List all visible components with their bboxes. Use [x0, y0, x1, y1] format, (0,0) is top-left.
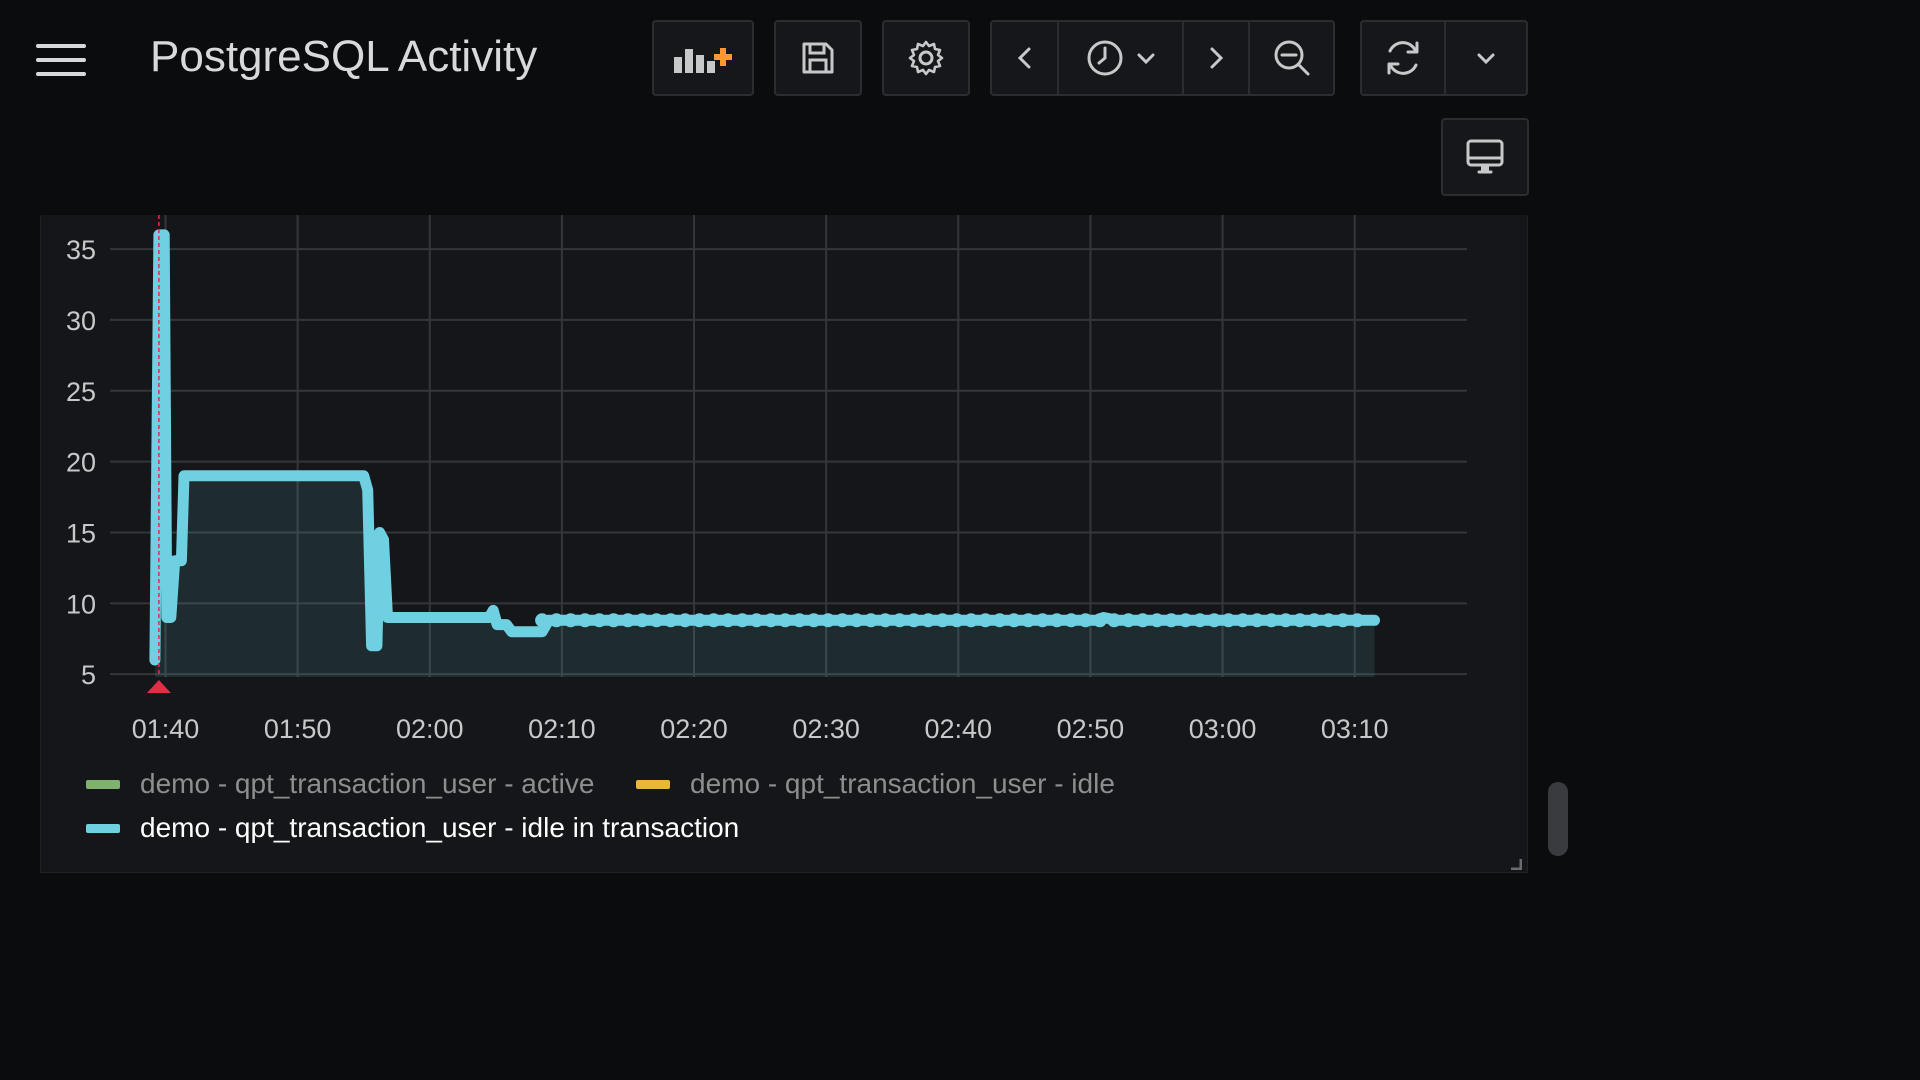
top-navbar: PostgreSQL Activity: [0, 0, 1568, 210]
clock-icon: [1087, 40, 1122, 76]
time-picker-button[interactable]: [1059, 22, 1184, 94]
refresh-interval-dropdown[interactable]: [1446, 22, 1526, 94]
legend-item-idle[interactable]: demo - qpt_transaction_user - idle: [636, 768, 1115, 800]
time-range-forward-button[interactable]: [1184, 22, 1250, 94]
time-range-back-button[interactable]: [992, 22, 1059, 94]
monitor-icon: [1466, 139, 1504, 174]
chevron-down-icon: [1477, 53, 1495, 65]
chevron-down-icon: [1137, 53, 1154, 65]
legend-swatch: [86, 823, 120, 833]
chevron-left-icon: [1017, 47, 1030, 69]
zoom-out-button[interactable]: [1250, 22, 1333, 94]
resize-handle[interactable]: [1508, 856, 1522, 870]
gear-icon: [908, 40, 944, 76]
add-panel-icon: [674, 48, 732, 73]
zoom-out-icon: [1274, 40, 1309, 76]
refresh-group: [1360, 20, 1528, 96]
dashboard-settings-button[interactable]: [882, 20, 970, 96]
save-dashboard-button[interactable]: [774, 20, 862, 96]
time-picker-group: [990, 20, 1335, 96]
refresh-icon: [1387, 41, 1419, 75]
dashboard-title[interactable]: PostgreSQL Activity: [150, 32, 537, 82]
legend-swatch: [86, 779, 120, 789]
add-panel-button[interactable]: [652, 20, 754, 96]
chevron-right-icon: [1210, 47, 1224, 69]
legend-label: demo - qpt_transaction_user - idle in tr…: [140, 812, 740, 843]
tv-mode-button[interactable]: [1441, 118, 1529, 196]
legend-item-active[interactable]: demo - qpt_transaction_user - active: [86, 768, 594, 800]
legend-item-idle-in-transaction[interactable]: demo - qpt_transaction_user - idle in tr…: [86, 812, 739, 844]
legend-label: demo - qpt_transaction_user - idle: [690, 768, 1115, 799]
refresh-button[interactable]: [1362, 22, 1446, 94]
save-icon: [802, 42, 834, 74]
page-scrollbar[interactable]: [1548, 782, 1568, 856]
legend-swatch: [636, 779, 670, 789]
menu-icon[interactable]: [34, 40, 88, 82]
legend-label: demo - qpt_transaction_user - active: [140, 768, 595, 799]
